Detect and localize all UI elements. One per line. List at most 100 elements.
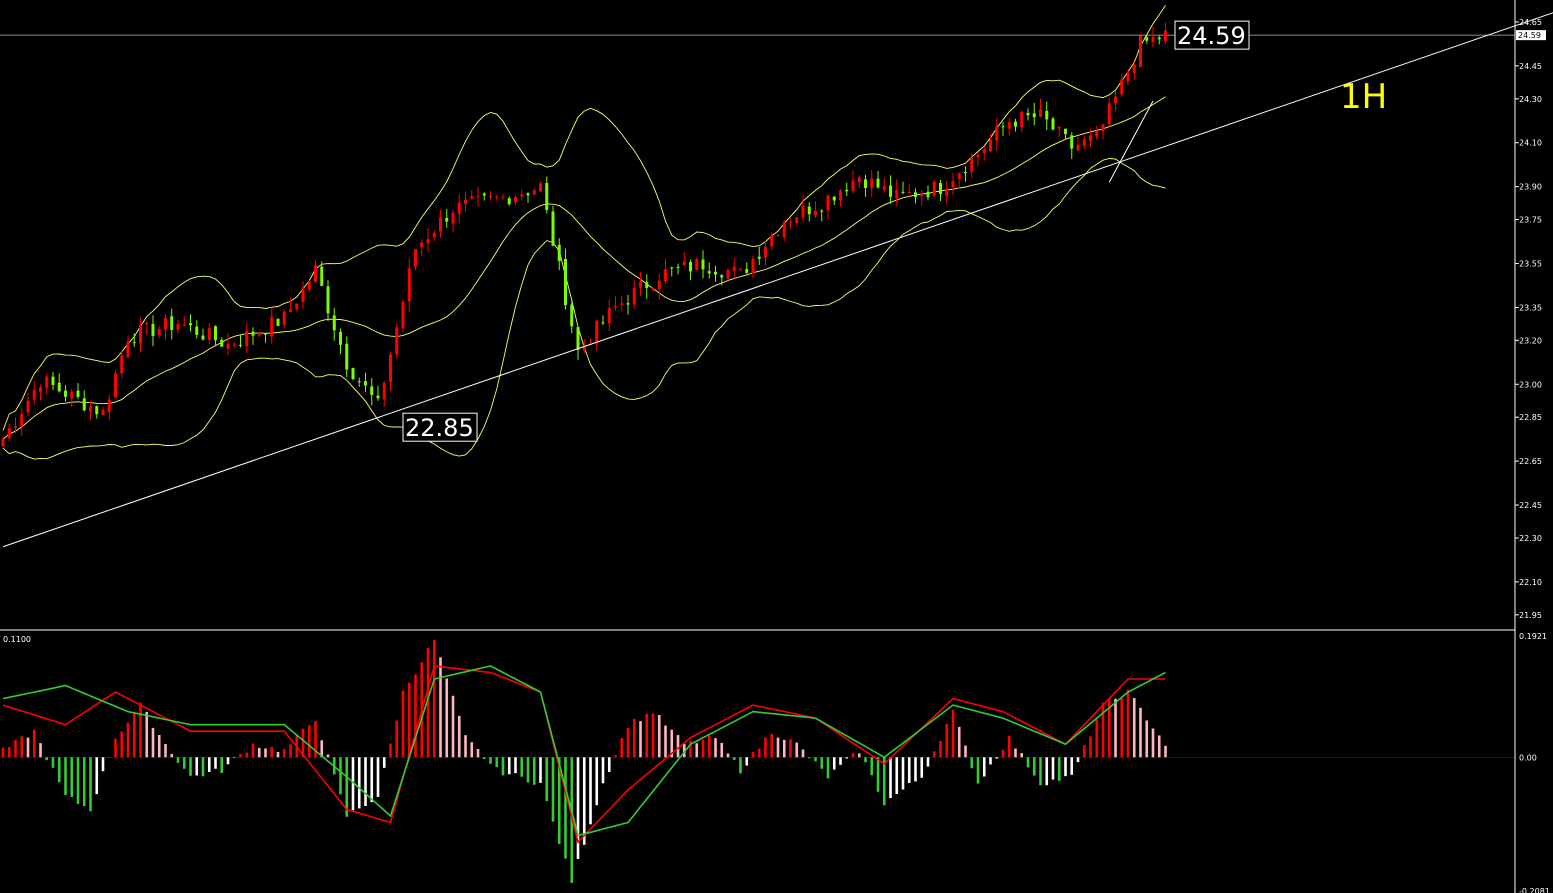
candle-body [89, 406, 92, 412]
candle-body [489, 196, 492, 198]
candle-body [670, 267, 674, 269]
macd-bar [464, 735, 467, 758]
candle-body [226, 343, 230, 349]
candle-body [982, 149, 986, 153]
macd-bar [1082, 745, 1086, 758]
macd-bar [7, 746, 11, 758]
candle-body [1039, 109, 1042, 117]
macd-bar [964, 745, 967, 758]
price-panel[interactable] [0, 0, 1553, 548]
candle-body [1151, 36, 1155, 43]
candle-body [195, 326, 199, 335]
candle-body [1126, 72, 1130, 82]
macd-bar [20, 736, 24, 758]
candle-body [770, 235, 774, 247]
macd-bar [126, 722, 130, 758]
macd-bar [407, 682, 411, 758]
macd-bar [326, 754, 330, 758]
trendline[interactable] [2, 0, 1553, 548]
candle-body [1120, 79, 1124, 95]
macd-bar [1157, 735, 1161, 758]
macd-bar [795, 742, 799, 758]
candle-body [151, 323, 155, 337]
macd-bar [982, 757, 986, 777]
macd-bar [1007, 735, 1011, 758]
candle-body [57, 382, 61, 392]
macd-bar [1026, 757, 1030, 768]
macd-bar [1089, 736, 1092, 758]
candle-body [564, 258, 567, 306]
candle-body [207, 327, 211, 340]
macd-bar [1076, 757, 1080, 763]
candle-body [495, 196, 499, 198]
macd-bar [676, 735, 680, 758]
macd-bar [595, 757, 599, 806]
candle-body [26, 400, 30, 413]
macd-bar [376, 757, 380, 797]
y-tick-label: 22.85 [1519, 413, 1542, 422]
y-tick-label: 22.30 [1519, 534, 1542, 543]
candle-body [789, 221, 792, 223]
macd-bar [432, 640, 436, 758]
candle-body [307, 281, 311, 290]
macd-bar [832, 757, 836, 770]
macd-bar [114, 738, 117, 758]
candle-body [957, 173, 961, 180]
candle-body [395, 327, 399, 355]
candle-body [1026, 112, 1030, 116]
macd-bar [782, 739, 786, 758]
candle-body [757, 256, 761, 259]
candle-body [795, 217, 799, 223]
macd-bar [764, 737, 767, 758]
macd-panel[interactable] [0, 640, 1515, 883]
trendline[interactable] [1108, 100, 1154, 183]
candle-body [1132, 65, 1136, 74]
candle-body [1064, 128, 1067, 135]
macd-top-label: 0.1100 [3, 635, 31, 644]
macd-bar [95, 757, 99, 795]
macd-bar [720, 742, 724, 758]
candle-body [1001, 126, 1005, 128]
macd-bar [89, 757, 92, 812]
macd-bar [64, 757, 67, 795]
macd-bar [551, 757, 555, 822]
candle-body [295, 303, 299, 310]
candle-body [945, 188, 949, 197]
macd-bar [851, 752, 855, 758]
candle-body [1051, 118, 1055, 130]
candle-body [1007, 122, 1011, 129]
macd-bar [732, 757, 736, 760]
macd-bar [245, 752, 249, 758]
candle-body [176, 324, 180, 330]
macd-bar [414, 674, 417, 758]
candle-body [451, 212, 455, 224]
candle-body [676, 266, 680, 268]
chart-canvas[interactable]: 24.65 24.45 24.30 24.10 23.90 23.75 23.55 23.35… [0, 0, 1553, 893]
candle-body [289, 309, 292, 312]
macd-bar [195, 757, 199, 776]
macd-bar [857, 753, 861, 758]
candle-body [895, 190, 899, 199]
y-tick-label: 23.90 [1519, 183, 1542, 192]
candle-body [532, 190, 536, 195]
candle-body [345, 343, 349, 370]
macd-bar [264, 748, 267, 758]
macd-bar [476, 749, 480, 758]
y-tick-label: 24.45 [1519, 62, 1542, 71]
price-axis: 24.65 24.45 24.30 24.10 23.90 23.75 23.55 23.35… [0, 0, 1550, 893]
macd-bar [182, 757, 186, 769]
macd-bar [470, 742, 474, 758]
macd-bar [289, 744, 292, 758]
y-tick-label: 22.10 [1519, 578, 1542, 587]
candle-body [51, 376, 55, 385]
candle-body [539, 183, 542, 192]
candle-body [301, 287, 305, 302]
macd-bar [1120, 698, 1124, 758]
candle-body [739, 268, 742, 270]
macd-bar [45, 757, 49, 761]
macd-bar [1045, 757, 1049, 786]
candle-body [326, 286, 330, 314]
candle-body [614, 305, 617, 307]
candle-body [807, 206, 811, 215]
macd-tick-label: -0.2081 [1519, 887, 1550, 893]
